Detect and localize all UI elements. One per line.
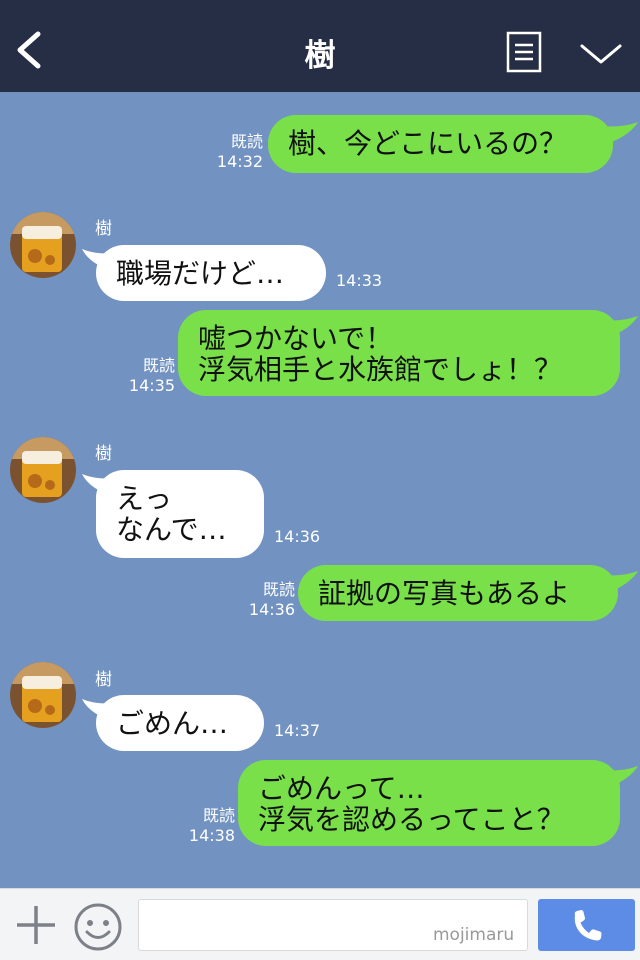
- read-label: 既読: [230, 132, 263, 151]
- message-time: 14:38: [188, 826, 235, 845]
- message-bubble-outgoing[interactable]: 樹、今どこにいるの？: [268, 115, 613, 173]
- message-time: 14:33: [336, 271, 383, 290]
- message-time: 14:35: [128, 376, 175, 395]
- message-bubble-outgoing[interactable]: 嘘つかないで！ 浮気相手と水族館でしょ！？: [178, 310, 620, 396]
- message-bubble-incoming[interactable]: えっ なんで…: [96, 470, 264, 558]
- message-time: 14:37: [274, 721, 321, 740]
- add-button[interactable]: [14, 903, 58, 947]
- chevron-down-icon: [580, 44, 622, 64]
- chat-title: 樹: [304, 38, 336, 74]
- avatar[interactable]: [10, 212, 76, 278]
- message-bubble-outgoing[interactable]: ごめんって… 浮気を認めるってこと？: [238, 760, 620, 846]
- collapse-button[interactable]: [578, 38, 624, 68]
- sender-name: 樹: [95, 670, 112, 690]
- read-receipt: 既読 14:38: [175, 806, 235, 846]
- message-time: 14:36: [248, 600, 295, 619]
- phone-icon: [574, 910, 602, 941]
- read-label: 既読: [262, 580, 295, 599]
- sender-name: 樹: [95, 444, 112, 464]
- plus-icon: [17, 906, 55, 944]
- message-bubble-incoming[interactable]: ごめん…: [96, 695, 264, 751]
- call-button[interactable]: [538, 899, 635, 951]
- watermark-text: mojimaru: [433, 925, 515, 945]
- sender-name: 樹: [95, 219, 112, 239]
- message-time: 14:36: [274, 527, 321, 546]
- read-label: 既読: [202, 806, 235, 825]
- read-receipt: 既読 14:32: [205, 132, 263, 172]
- smiley-icon: [74, 903, 122, 951]
- message-list[interactable]: 既読 14:32 樹、今どこにいるの？ 樹 職場だけど… 14:33 既読 14…: [0, 92, 640, 888]
- avatar[interactable]: [10, 437, 76, 503]
- read-receipt: 既読 14:35: [115, 356, 175, 396]
- chat-header: 樹: [0, 0, 640, 92]
- list-menu-icon: [506, 31, 542, 73]
- menu-button[interactable]: [506, 31, 544, 73]
- message-time: 14:32: [216, 152, 263, 171]
- read-receipt: 既読 14:36: [235, 580, 295, 620]
- read-label: 既読: [142, 356, 175, 375]
- message-bubble-incoming[interactable]: 職場だけど…: [96, 245, 326, 301]
- input-bar: mojimaru: [0, 888, 640, 960]
- message-bubble-outgoing[interactable]: 証拠の写真もあるよ: [298, 565, 618, 621]
- emoji-button[interactable]: [72, 901, 124, 953]
- avatar[interactable]: [10, 662, 76, 728]
